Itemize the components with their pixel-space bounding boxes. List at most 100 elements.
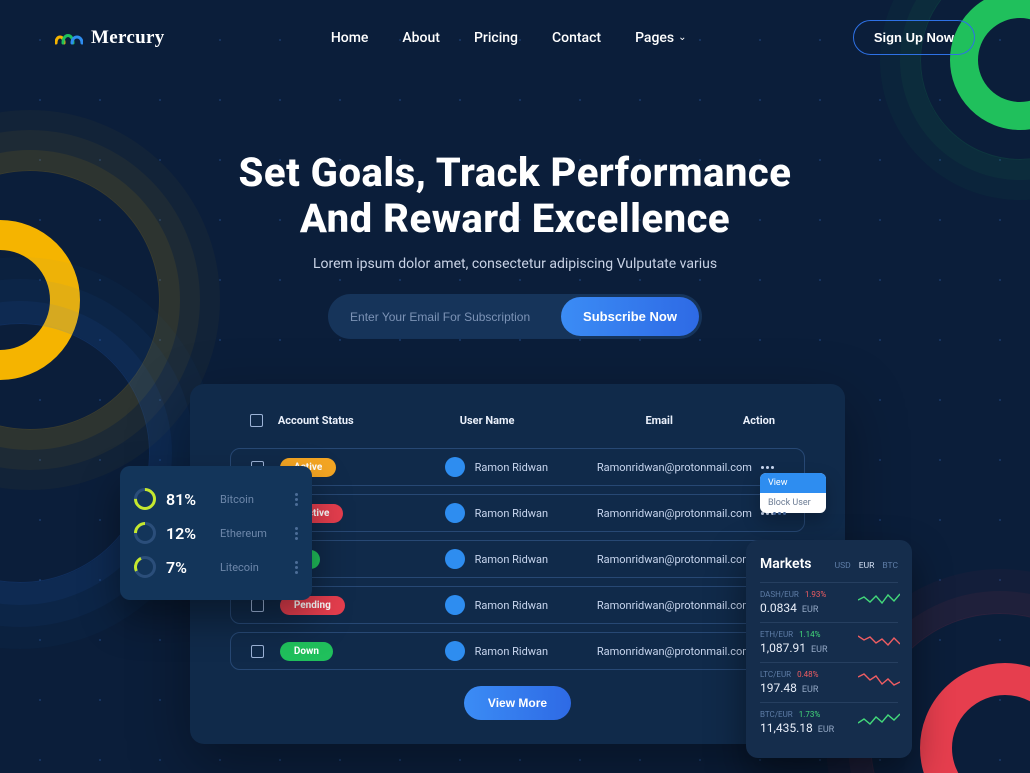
market-pair: BTC/EUR: [760, 710, 793, 719]
user-email: Ramonridwan@protonmail.com: [588, 599, 761, 612]
nav-pages[interactable]: Pages ⌄: [635, 30, 686, 46]
market-change: 1.93%: [805, 590, 826, 599]
market-row[interactable]: BTC/EUR 1.73% 11,435.18 EUR: [760, 702, 898, 742]
col-email: Email: [575, 414, 742, 430]
avatar: [445, 595, 465, 615]
tab-eur[interactable]: EUR: [859, 561, 875, 571]
col-user-name: User Name: [399, 414, 576, 430]
row-checkbox[interactable]: [251, 645, 264, 658]
market-change: 1.14%: [799, 630, 820, 639]
market-row[interactable]: ETH/EUR 1.14% 1,087.91 EUR: [760, 622, 898, 662]
crypto-percent: 81%: [166, 490, 210, 509]
market-currency: EUR: [802, 685, 819, 695]
crypto-name: Bitcoin: [220, 493, 254, 506]
progress-ring-icon: [134, 522, 156, 544]
brand-name: Mercury: [91, 27, 165, 49]
row-actions-icon-floating[interactable]: [773, 512, 786, 515]
market-currency: EUR: [818, 725, 835, 735]
crypto-name: Ethereum: [220, 527, 267, 540]
avatar: [445, 549, 465, 569]
crypto-percent: 12%: [166, 524, 210, 543]
table-row[interactable]: Inactive Ramon Ridwan Ramonridwan@proton…: [230, 494, 805, 532]
col-action: Action: [743, 414, 785, 430]
select-all-checkbox[interactable]: [250, 414, 263, 427]
sparkline-icon: [858, 711, 900, 729]
hero: Set Goals, Track Performance And Reward …: [0, 150, 1030, 339]
user-name: Ramon Ridwan: [475, 645, 548, 658]
hero-subtitle: Lorem ipsum dolor amet, consectetur adip…: [0, 256, 1030, 272]
user-email: Ramonridwan@protonmail.com: [588, 507, 761, 520]
table-rows: Active Ramon Ridwan Ramonridwan@protonma…: [230, 448, 805, 670]
market-pair: ETH/EUR: [760, 630, 793, 639]
user-name: Ramon Ridwan: [475, 553, 548, 566]
market-row[interactable]: DASH/EUR 1.93% 0.0834 EUR: [760, 582, 898, 622]
status-badge: Down: [280, 642, 333, 661]
market-value: 197.48: [760, 681, 797, 695]
market-value: 0.0834: [760, 601, 797, 615]
crypto-row: 81% Bitcoin: [134, 482, 298, 516]
sparkline-icon: [858, 631, 900, 649]
brand[interactable]: Mercury: [55, 27, 165, 49]
site-header: Mercury Home About Pricing Contact Pages…: [0, 20, 1030, 55]
crypto-name: Litecoin: [220, 561, 259, 574]
markets-card: Markets USD EUR BTC DASH/EUR 1.93% 0.0834…: [746, 540, 912, 758]
markets-title: Markets: [760, 556, 812, 572]
market-pair: DASH/EUR: [760, 590, 799, 599]
market-row[interactable]: LTC/EUR 0.48% 197.48 EUR: [760, 662, 898, 702]
avatar: [445, 641, 465, 661]
crypto-percent-card: 81% Bitcoin 12% Ethereum 7% Litecoin: [120, 466, 312, 600]
tab-usd[interactable]: USD: [835, 561, 851, 571]
market-currency: EUR: [811, 645, 828, 655]
brand-logo-icon: [55, 29, 83, 47]
table-row[interactable]: On Ramon Ridwan Ramonridwan@protonmail.c…: [230, 540, 805, 578]
chevron-down-icon: ⌄: [678, 32, 686, 43]
table-row[interactable]: Active Ramon Ridwan Ramonridwan@protonma…: [230, 448, 805, 486]
subscribe-button[interactable]: Subscribe Now: [561, 297, 699, 336]
subscribe-row: Subscribe Now: [328, 294, 702, 339]
crypto-row: 7% Litecoin: [134, 550, 298, 584]
subscribe-email-input[interactable]: [328, 296, 558, 338]
market-value: 1,087.91: [760, 641, 806, 655]
more-icon[interactable]: [295, 527, 298, 540]
row-checkbox[interactable]: [251, 599, 264, 612]
more-icon[interactable]: [295, 493, 298, 506]
hero-title: Set Goals, Track Performance And Reward …: [0, 150, 1030, 242]
row-actions-icon[interactable]: [761, 466, 774, 469]
popover-view[interactable]: View: [760, 473, 826, 493]
nav-about[interactable]: About: [402, 30, 440, 46]
nav-home[interactable]: Home: [331, 30, 369, 46]
avatar: [445, 503, 465, 523]
more-icon[interactable]: [295, 561, 298, 574]
table-row[interactable]: Down Ramon Ridwan Ramonridwan@protonmail…: [230, 632, 805, 670]
market-pair: LTC/EUR: [760, 670, 791, 679]
col-account-status: Account Status: [278, 414, 399, 430]
progress-ring-icon: [134, 488, 156, 510]
market-change: 1.73%: [799, 710, 820, 719]
market-currency: EUR: [802, 605, 819, 615]
nav-pages-label: Pages: [635, 30, 674, 46]
hero-title-line1: Set Goals, Track Performance: [239, 149, 792, 196]
avatar: [445, 457, 465, 477]
view-more-button[interactable]: View More: [464, 686, 571, 720]
table-header: Account Status User Name Email Action: [230, 414, 805, 448]
primary-nav: Home About Pricing Contact Pages ⌄: [165, 30, 853, 46]
table-row[interactable]: Pending Ramon Ridwan Ramonridwan@protonm…: [230, 586, 805, 624]
user-name: Ramon Ridwan: [475, 599, 548, 612]
market-value: 11,435.18: [760, 721, 813, 735]
hero-title-line2: And Reward Excellence: [300, 195, 730, 242]
crypto-percent: 7%: [166, 558, 210, 577]
tab-btc[interactable]: BTC: [882, 561, 898, 571]
popover-block-user[interactable]: Block User: [760, 493, 826, 513]
progress-ring-icon: [134, 556, 156, 578]
user-email: Ramonridwan@protonmail.com: [588, 645, 761, 658]
market-change: 0.48%: [797, 670, 818, 679]
nav-pricing[interactable]: Pricing: [474, 30, 518, 46]
markets-currency-tabs: USD EUR BTC: [835, 561, 898, 571]
crypto-row: 12% Ethereum: [134, 516, 298, 550]
nav-contact[interactable]: Contact: [552, 30, 601, 46]
user-email: Ramonridwan@protonmail.com: [588, 553, 761, 566]
user-name: Ramon Ridwan: [475, 461, 548, 474]
user-email: Ramonridwan@protonmail.com: [588, 461, 761, 474]
row-action-popover: View Block User: [760, 473, 826, 513]
signup-button[interactable]: Sign Up Now: [853, 20, 975, 55]
